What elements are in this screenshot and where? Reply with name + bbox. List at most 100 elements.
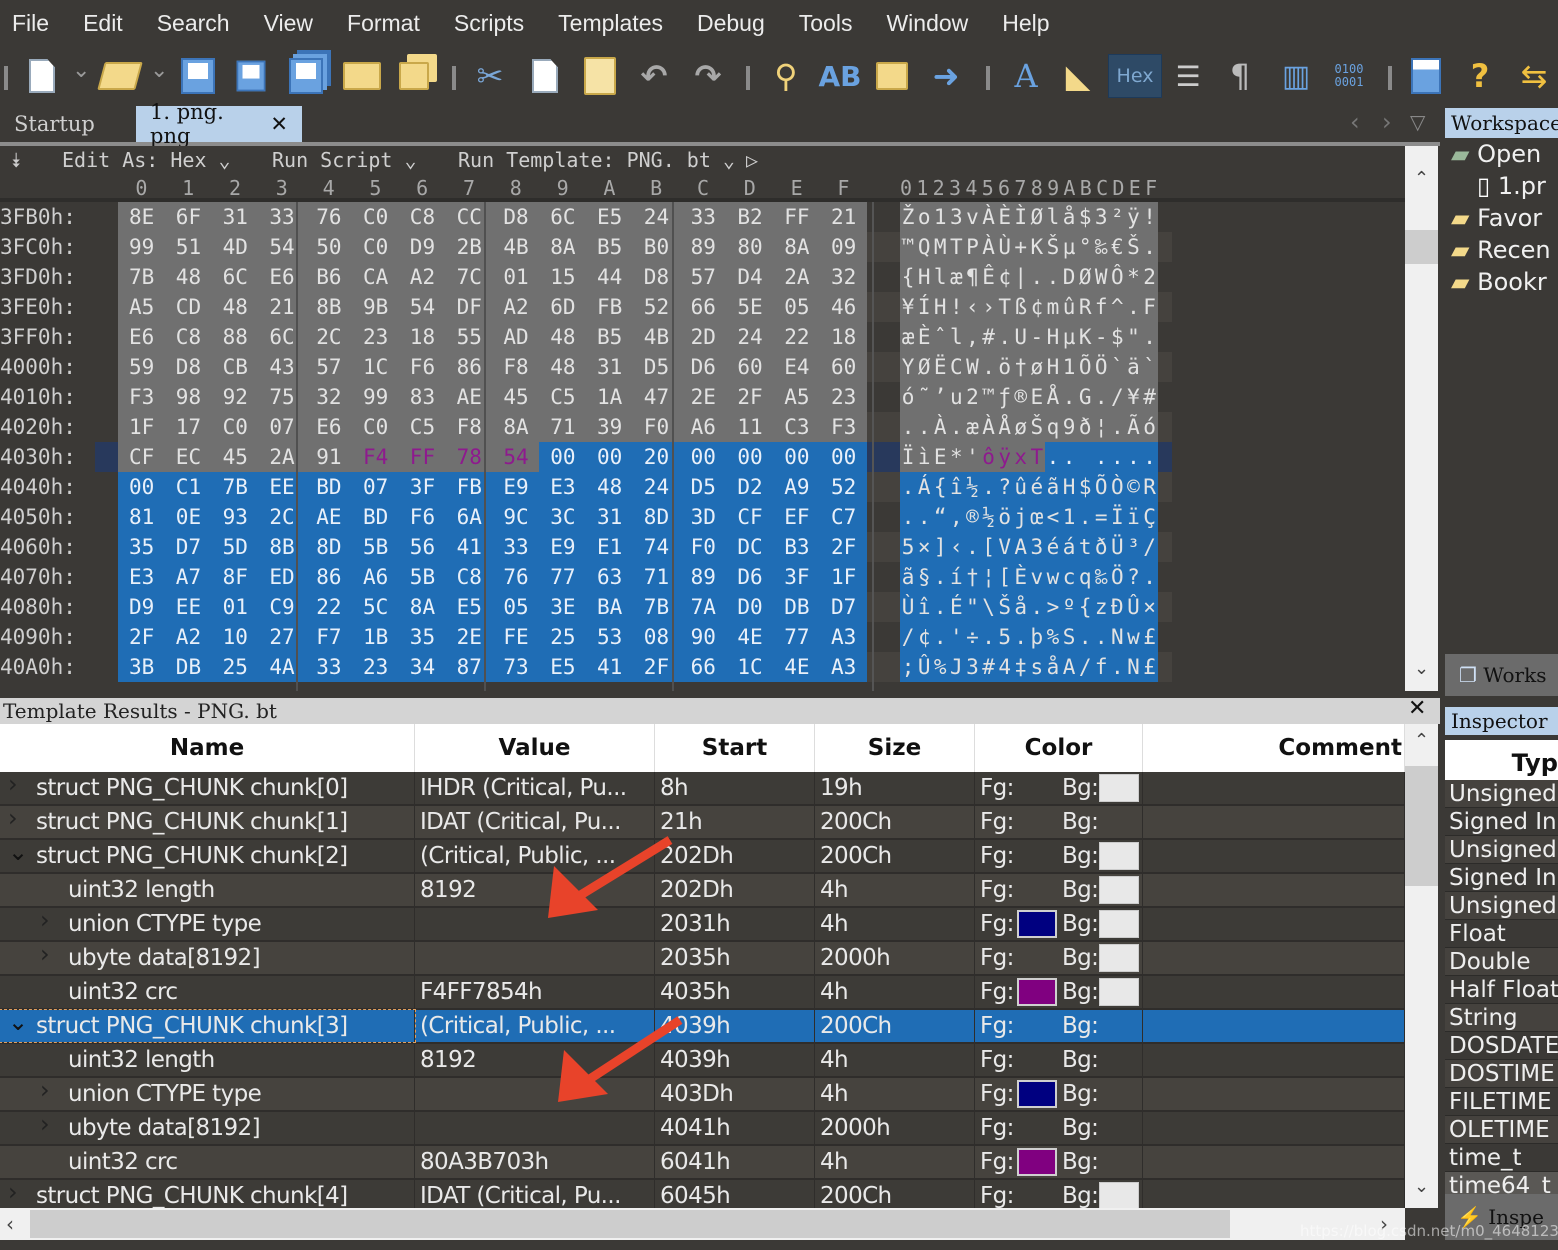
open-folder-icon[interactable] [97, 54, 143, 98]
hex-byte[interactable]: 5C [352, 592, 400, 622]
template-row[interactable]: › union CTYPE type 403Dh 4h Fg: Bg: [0, 1078, 1405, 1112]
edit-as-dropdown[interactable]: Edit As: Hex ⌄ [62, 148, 231, 172]
inspector-type-item[interactable]: DOSDATE [1445, 1032, 1558, 1060]
hex-byte[interactable]: E5 [539, 652, 587, 682]
help-icon[interactable]: ? [1458, 54, 1502, 98]
tab-startup[interactable]: Startup [0, 106, 109, 142]
hex-byte[interactable]: 48 [539, 352, 587, 382]
hex-byte[interactable]: 3C [539, 502, 587, 532]
scroll-down-icon[interactable]: ⌄ [1405, 658, 1438, 679]
inspector-type-item[interactable]: time_t [1445, 1144, 1558, 1172]
column-header-name[interactable]: Name [0, 724, 415, 772]
hex-byte[interactable]: CD [164, 292, 213, 322]
hex-byte[interactable]: 80 [726, 232, 774, 262]
find-in-files-icon[interactable] [870, 54, 914, 98]
hex-byte[interactable]: D4 [726, 262, 774, 292]
hex-byte[interactable]: D9 [118, 592, 166, 622]
run-script-dropdown[interactable]: Run Script ⌄ [272, 148, 417, 172]
hex-byte[interactable]: 7B [118, 262, 166, 292]
template-horizontal-scrollbar[interactable]: ‹ › [0, 1208, 1405, 1240]
ascii-text[interactable]: ã§.í†¦[Èvwcq‰Ö?. [902, 562, 1160, 592]
hex-byte[interactable]: 8E [118, 202, 166, 232]
column-header-size[interactable]: Size [815, 724, 975, 772]
bg-color-swatch[interactable] [1099, 774, 1139, 802]
hex-byte[interactable]: 23 [352, 652, 400, 682]
inspector-type-item[interactable]: FILETIME [1445, 1088, 1558, 1116]
menu-scripts[interactable]: Scripts [442, 10, 536, 37]
redo-icon[interactable]: ↷ [686, 54, 730, 98]
hex-byte[interactable]: 33 [305, 652, 353, 682]
fg-color-swatch[interactable] [1017, 978, 1057, 1006]
hex-byte[interactable]: D0 [726, 592, 774, 622]
hex-byte[interactable]: 2F [118, 622, 166, 652]
hex-byte[interactable]: BA [586, 592, 634, 622]
hex-byte[interactable]: D2 [726, 472, 774, 502]
template-row[interactable]: › ubyte data[8192] 2035h 2000h Fg: Bg: [0, 942, 1405, 976]
replace-icon[interactable]: AB [818, 54, 862, 98]
hex-byte[interactable]: 00 [679, 442, 727, 472]
menu-edit[interactable]: Edit [71, 10, 135, 37]
scroll-down-icon[interactable]: ⌄ [1405, 1176, 1438, 1197]
hex-byte[interactable]: 8F [211, 562, 259, 592]
hex-byte[interactable]: 48 [164, 262, 213, 292]
hex-byte[interactable]: 76 [492, 562, 540, 592]
chevron-down-icon[interactable]: ⌄ [8, 1010, 28, 1038]
hex-byte[interactable]: E5 [586, 202, 634, 232]
menu-debug[interactable]: Debug [685, 10, 777, 37]
ascii-text[interactable]: /¢.'÷.5.þ%S..Nw£ [902, 622, 1160, 652]
hex-byte[interactable]: 2C [305, 322, 353, 352]
hex-byte[interactable]: 5E [726, 292, 774, 322]
scrollbar-thumb[interactable] [1405, 766, 1438, 886]
hex-byte[interactable]: 01 [492, 262, 540, 292]
hex-byte[interactable]: BD [305, 472, 353, 502]
hex-byte[interactable]: FE [492, 622, 540, 652]
hex-byte[interactable]: 09 [820, 232, 868, 262]
ascii-text[interactable]: æÈˆl,#.U-HµK-$". [902, 322, 1160, 352]
columns-icon[interactable]: ▥ [1274, 54, 1318, 98]
hex-byte[interactable]: 07 [258, 412, 306, 442]
hex-byte[interactable]: 48 [211, 292, 259, 322]
template-row[interactable]: › ubyte data[8192] 4041h 2000h Fg: Bg: [0, 1112, 1405, 1146]
hex-byte[interactable]: 99 [118, 232, 166, 262]
hex-byte[interactable]: 6C [539, 202, 587, 232]
hex-byte[interactable]: 6C [211, 262, 259, 292]
hex-byte[interactable]: 31 [586, 352, 634, 382]
hex-byte[interactable]: 18 [820, 322, 868, 352]
save-all-icon[interactable] [284, 54, 328, 98]
inspector-type-item[interactable]: Unsigned [1445, 780, 1558, 808]
hex-byte[interactable]: 8A [398, 592, 447, 622]
undo-icon[interactable]: ↶ [632, 54, 676, 98]
hex-byte[interactable]: 57 [679, 262, 727, 292]
open-multiple-icon[interactable] [392, 54, 436, 98]
hex-byte[interactable]: 54 [398, 292, 447, 322]
ascii-text[interactable]: 5×]‹.[VA3éátðÜ³/ [902, 532, 1160, 562]
hex-byte[interactable]: 41 [586, 652, 634, 682]
hex-byte[interactable]: 60 [820, 352, 868, 382]
scroll-up-icon[interactable]: ⌃ [1405, 730, 1438, 751]
hex-byte[interactable]: B5 [586, 232, 634, 262]
hex-byte[interactable]: A5 [118, 292, 166, 322]
hex-byte[interactable]: C0 [352, 412, 400, 442]
column-header-color[interactable]: Color [975, 724, 1143, 772]
template-row[interactable]: uint32 length 8192 202Dh 4h Fg: Bg: [0, 874, 1405, 908]
binary-icon[interactable]: 0100 0001 [1327, 54, 1371, 98]
ascii-text[interactable]: {Hlæ¶Ê¢|..DØWÔ*2 [902, 262, 1160, 292]
hex-byte[interactable]: 86 [305, 562, 353, 592]
hex-byte[interactable]: 33 [679, 202, 727, 232]
hex-byte[interactable]: 35 [118, 532, 166, 562]
hex-byte[interactable]: 22 [305, 592, 353, 622]
hex-byte[interactable]: 4D [211, 232, 259, 262]
hex-byte[interactable]: 1C [726, 652, 774, 682]
hex-byte[interactable]: 81 [118, 502, 166, 532]
hex-byte[interactable]: 7A [679, 592, 727, 622]
bg-color-swatch[interactable] [1099, 978, 1139, 1006]
hex-byte[interactable]: 21 [258, 292, 306, 322]
hex-byte[interactable]: 6D [539, 292, 587, 322]
hex-byte[interactable]: AE [305, 502, 353, 532]
hex-byte[interactable]: 2C [258, 502, 306, 532]
hex-byte[interactable]: 8A [539, 232, 587, 262]
font-icon[interactable]: A [1004, 54, 1048, 98]
hex-byte[interactable]: CB [211, 352, 259, 382]
hex-byte[interactable]: 31 [586, 502, 634, 532]
menu-search[interactable]: Search [145, 10, 242, 37]
